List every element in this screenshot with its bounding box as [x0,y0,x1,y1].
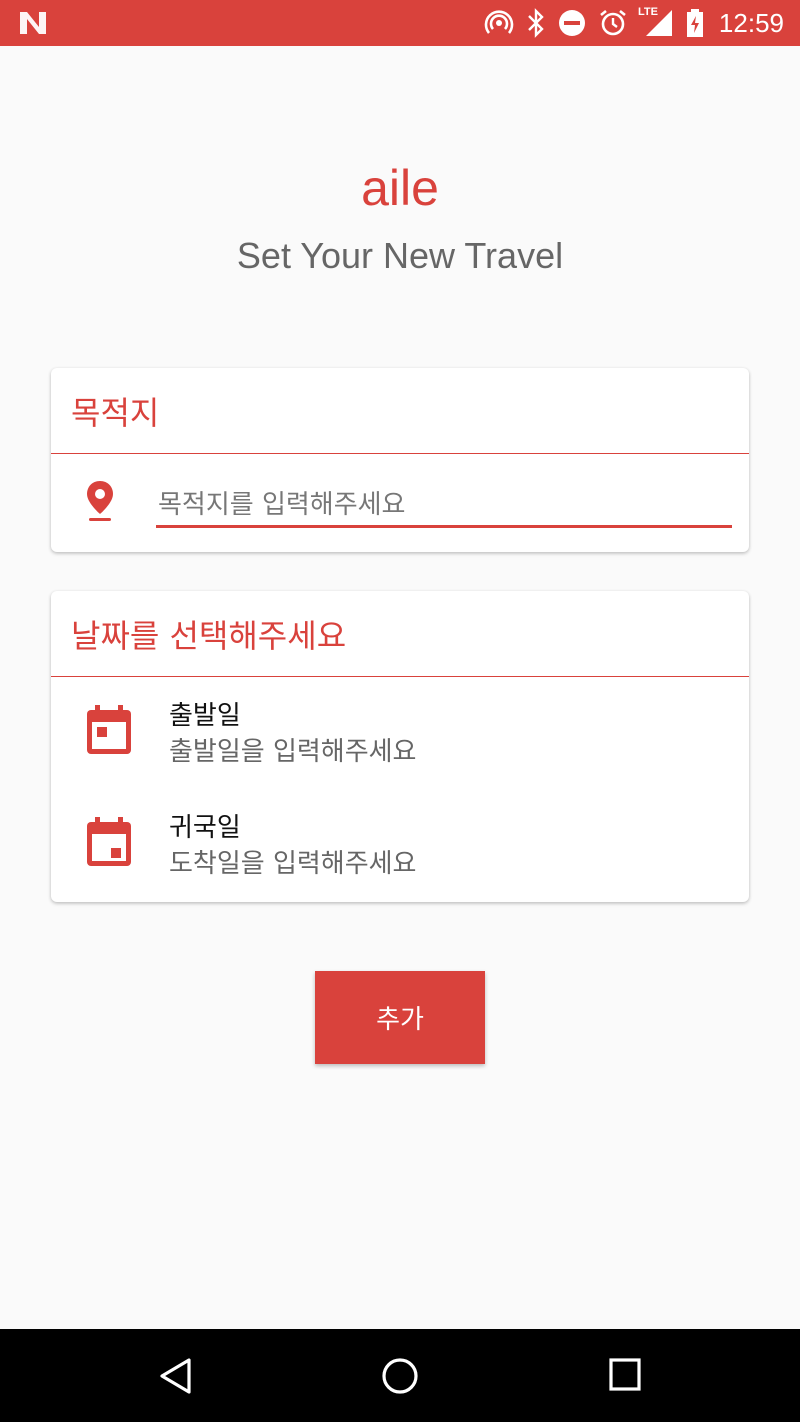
date-card-title: 날짜를 선택해주세요 [51,591,749,677]
destination-card: 목적지 [51,368,749,552]
date-card: 날짜를 선택해주세요 출발일 출발일을 입력해주세요 귀국일 도착일을 입력해주… [51,591,749,902]
bluetooth-icon [528,8,544,38]
battery-charging-icon [687,9,703,37]
status-time: 12:59 [718,8,784,38]
n-logo-icon [20,12,46,34]
calendar-icon [87,705,131,754]
location-pin-icon [87,481,113,521]
nav-bar [0,1329,800,1422]
return-date-hint: 도착일을 입력해주세요 [169,849,417,879]
dnd-icon [559,10,585,36]
back-icon[interactable] [157,1357,195,1395]
calendar-icon [87,817,131,866]
app-subtitle: Set Your New Travel [236,235,564,276]
screen: LTE 12:59 aile Set Your New Travel 목적지 날… [0,0,800,1422]
alarm-icon [600,9,626,36]
departure-date-row[interactable]: 출발일 출발일을 입력해주세요 [51,677,749,789]
hotspot-icon [484,10,514,34]
return-date-row[interactable]: 귀국일 도착일을 입력해주세요 [51,789,749,901]
app-title: aile [361,160,439,216]
signal-icon: LTE [638,6,674,38]
home-icon[interactable] [381,1357,419,1395]
departure-date-hint: 출발일을 입력해주세요 [169,737,417,767]
recents-icon[interactable] [608,1357,642,1393]
network-type-label: LTE [638,6,658,18]
destination-input[interactable] [156,484,732,528]
destination-card-title: 목적지 [51,368,749,454]
destination-row [51,454,749,552]
add-button[interactable]: 추가 [315,971,485,1064]
departure-date-label: 출발일 [169,701,241,731]
status-bar: LTE 12:59 [0,0,800,46]
return-date-label: 귀국일 [169,813,241,843]
